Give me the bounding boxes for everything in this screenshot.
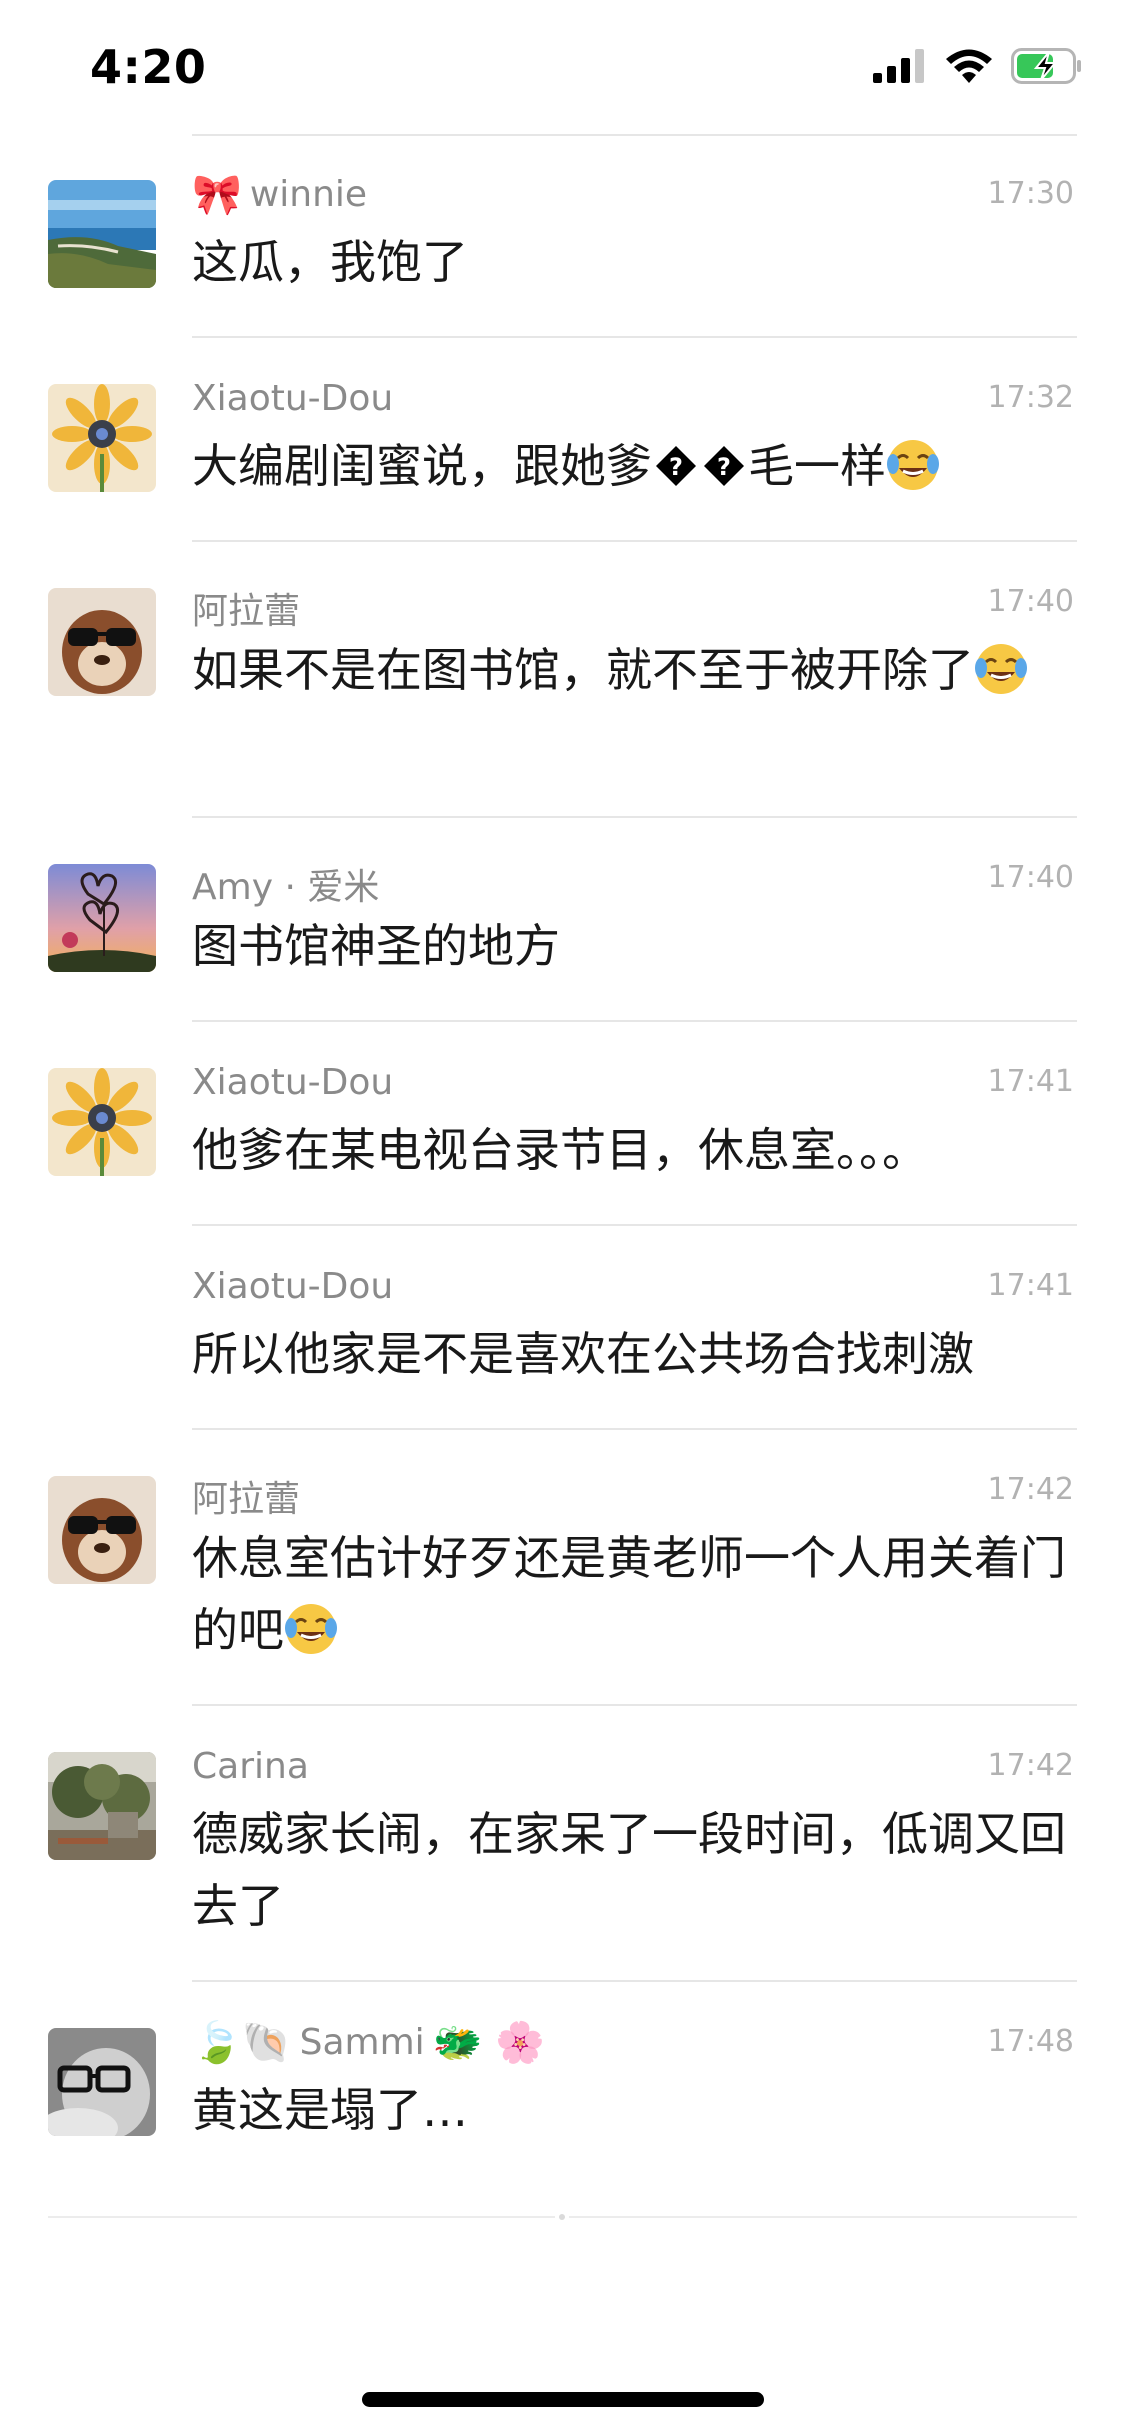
message-time: 17:42	[987, 1748, 1074, 1783]
avatar[interactable]	[48, 2028, 156, 2136]
avatar[interactable]	[48, 1476, 156, 1584]
message-time: 17:42	[987, 1472, 1074, 1507]
divider	[192, 336, 1077, 338]
message-text: 休息室估计好歹还是黄老师一个人用关着门的吧	[192, 1531, 1066, 1657]
home-indicator[interactable]	[362, 2392, 764, 2407]
message-text: 德威家长闹，在家呆了一段时间，低调又回去了	[192, 1807, 1066, 1933]
sender-name: 🎀 winnie	[192, 171, 368, 218]
sender-name: Amy · 爱米	[192, 867, 380, 908]
avatar[interactable]	[48, 588, 156, 696]
avatar[interactable]	[48, 1068, 156, 1176]
sender-name: Xiaotu-Dou	[192, 1266, 394, 1307]
avatar[interactable]	[48, 384, 156, 492]
svg-text:?: ?	[717, 453, 731, 481]
cat-with-glasses-avatar	[48, 2028, 156, 2136]
wifi-icon	[946, 49, 992, 83]
face-with-tears-of-joy-icon	[285, 1604, 337, 1654]
avatar[interactable]	[48, 180, 156, 288]
status-time: 4:20	[90, 40, 207, 94]
avatar[interactable]	[48, 864, 156, 972]
sender-name: Xiaotu-Dou	[192, 1062, 394, 1103]
divider	[192, 1428, 1077, 1430]
message-text: 黄这是塌了…	[192, 2083, 468, 2137]
leaf-shell-emoji-icon: 🍃🐚	[192, 2019, 292, 2066]
svg-text:?: ?	[669, 453, 683, 481]
message-time: 17:32	[987, 380, 1074, 415]
message-text: 大编剧闺蜜说，跟她爹?? 毛一样	[192, 430, 1077, 502]
face-with-tears-of-joy-icon	[975, 644, 1027, 694]
sunset-heart-avatar	[48, 864, 156, 972]
message-time: 17:40	[987, 860, 1074, 895]
sender-name: 🍃🐚 Sammi 🐲 🌸	[192, 2019, 545, 2066]
message-time: 17:48	[987, 2024, 1074, 2059]
list-end-dot	[555, 2212, 569, 2222]
message-text: 所以他家是不是喜欢在公共场合找刺激	[192, 1327, 974, 1381]
garden-photo-avatar	[48, 1752, 156, 1860]
sunflower-avatar	[48, 1068, 156, 1176]
sunflower-avatar	[48, 384, 156, 492]
sender-name: Carina	[192, 1746, 309, 1787]
divider	[192, 1224, 1077, 1226]
status-icons	[873, 48, 1083, 84]
divider	[192, 1980, 1077, 1982]
top-divider	[192, 134, 1077, 136]
face-with-tears-of-joy-icon	[887, 440, 939, 490]
divider	[192, 1704, 1077, 1706]
status-bar: 4:20	[0, 0, 1125, 132]
sender-name: 阿拉蕾	[192, 591, 301, 632]
beach-landscape-avatar	[48, 180, 156, 288]
avatar[interactable]	[48, 1752, 156, 1860]
message-text: 他爹在某电视台录节目，休息室。。。	[192, 1123, 928, 1177]
message-text: 这瓜，我饱了	[192, 235, 468, 289]
divider	[192, 816, 1077, 818]
monkey-toy-avatar	[48, 588, 156, 696]
bow-emoji-icon: 🎀	[192, 171, 242, 218]
dragon-flower-emoji-icon: 🐲 🌸	[432, 2019, 545, 2066]
message-text: 如果不是在图书馆，就不至于被开除了	[192, 634, 1077, 706]
message-text: 图书馆神圣的地方	[192, 919, 560, 973]
divider	[192, 1020, 1077, 1022]
message-time: 17:30	[987, 176, 1074, 211]
message-time: 17:41	[987, 1268, 1074, 1303]
battery-charging-icon	[1011, 48, 1081, 84]
signal-icon	[873, 49, 924, 83]
message-time: 17:40	[987, 584, 1074, 619]
monkey-toy-avatar	[48, 1476, 156, 1584]
sender-name: Xiaotu-Dou	[192, 378, 394, 419]
sender-name: 阿拉蕾	[192, 1479, 301, 1520]
replacement-char-icon: ?	[656, 446, 696, 486]
replacement-char-icon: ?	[704, 446, 744, 486]
message-time: 17:41	[987, 1064, 1074, 1099]
divider	[192, 540, 1077, 542]
